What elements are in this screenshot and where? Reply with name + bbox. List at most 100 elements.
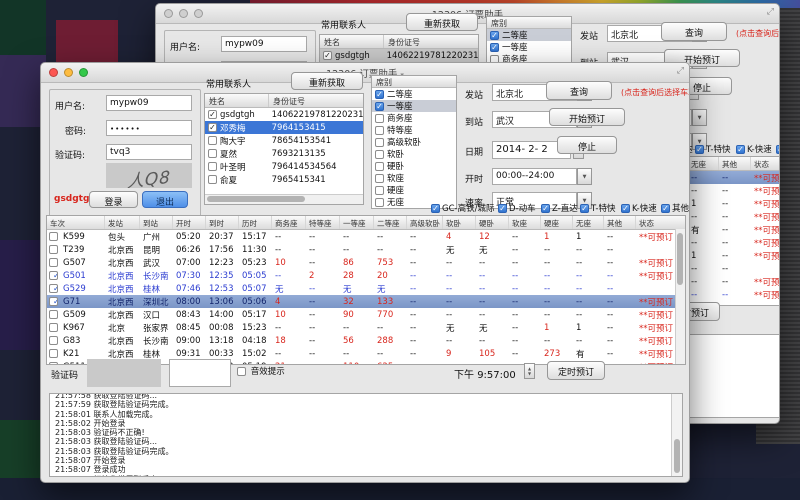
contact-checkbox[interactable]: ✓ <box>323 51 332 60</box>
sound-checkbox-icon[interactable] <box>237 367 246 376</box>
contact-checkbox[interactable] <box>208 162 217 171</box>
log-vscrollbar[interactable] <box>671 394 682 476</box>
result-row-checkbox[interactable]: ✓ <box>49 284 58 293</box>
seat-option[interactable]: 硬卧 <box>372 160 456 172</box>
train-type-toggle[interactable]: ✓Z-直达 <box>541 202 578 214</box>
train-type-checkbox[interactable]: ✓ <box>736 145 745 154</box>
captcha-image[interactable]: 人Q8 <box>106 163 192 188</box>
seat-option[interactable]: 商务座 <box>372 112 456 124</box>
query-button[interactable]: 查询 <box>546 81 612 100</box>
seat-checkbox[interactable] <box>375 126 384 135</box>
scrollbar-thumb[interactable] <box>674 439 680 473</box>
contact-checkbox[interactable]: ✓ <box>208 123 217 132</box>
result-row-checkbox[interactable] <box>49 232 58 241</box>
train-type-toggle[interactable]: ✓GC-高铁/城际 <box>431 202 494 214</box>
train-type-toggle[interactable]: ✓其他 <box>776 143 780 155</box>
result-column-header[interactable]: 无座 <box>688 157 719 170</box>
seat-checkbox[interactable]: ✓ <box>490 31 499 40</box>
result-column-header[interactable]: 车次 <box>47 216 105 229</box>
result-row[interactable]: ✓G529北京西桂林07:4612:5305:07无--无无----------… <box>47 282 685 295</box>
titlebar[interactable]: 12306 订票助手 ▾ ⤢ <box>41 63 689 83</box>
schedule-time[interactable]: 下午 9:57:00 <box>454 366 516 381</box>
train-type-toggle[interactable]: ✓D-动车 <box>498 202 536 214</box>
train-type-checkbox[interactable]: ✓ <box>498 204 507 213</box>
result-row[interactable]: G83北京西长沙南09:0013:1804:1818--56288-------… <box>47 334 685 347</box>
train-type-checkbox[interactable]: ✓ <box>541 204 550 213</box>
seat-checkbox[interactable] <box>375 174 384 183</box>
result-row-checkbox[interactable] <box>49 245 58 254</box>
seat-option[interactable]: 软座 <box>372 172 456 184</box>
refresh-contacts-button[interactable]: 重新获取 <box>291 72 363 90</box>
result-column-header[interactable]: 到站 <box>140 216 173 229</box>
result-row-checkbox[interactable] <box>49 362 58 365</box>
seat-option[interactable]: ✓一等座 <box>487 41 571 53</box>
stop-button[interactable]: 停止 <box>557 136 617 154</box>
contact-checkbox[interactable] <box>208 175 217 184</box>
resize-icon[interactable]: ⤢ <box>677 66 684 76</box>
username-input[interactable]: mypw09 <box>106 95 192 111</box>
result-column-header[interactable]: 到时 <box>206 216 239 229</box>
seat-checkbox[interactable] <box>375 162 384 171</box>
train-type-toggle[interactable]: ✓K-快速 <box>621 202 657 214</box>
result-row-checkbox[interactable] <box>49 349 58 358</box>
scrollbar-thumb[interactable] <box>677 233 683 285</box>
refresh-contacts-button[interactable]: 重新获取 <box>406 13 478 31</box>
train-type-checkbox[interactable]: ✓ <box>661 204 670 213</box>
result-column-header[interactable]: 二等座 <box>374 216 407 229</box>
results-vscrollbar[interactable] <box>675 229 685 364</box>
result-row-checkbox[interactable] <box>49 323 58 332</box>
seat-option[interactable]: 特等座 <box>372 124 456 136</box>
result-row-checkbox[interactable]: ✓ <box>49 271 58 280</box>
login-button[interactable]: 登录 <box>89 191 138 208</box>
result-row[interactable]: K599包头广州05:2020:3715:17----------412--11… <box>47 230 685 243</box>
bottom-captcha-input[interactable] <box>169 359 231 387</box>
bottom-captcha-image[interactable] <box>87 359 161 387</box>
seat-checkbox[interactable] <box>375 150 384 159</box>
result-row-checkbox[interactable] <box>49 258 58 267</box>
contact-row[interactable]: 陶大宇78654153541 <box>205 134 363 147</box>
result-column-header[interactable]: 商务座 <box>272 216 306 229</box>
sound-toggle[interactable]: 音效提示 <box>237 365 285 377</box>
result-column-header[interactable]: 一等座 <box>340 216 374 229</box>
result-column-header[interactable]: 历时 <box>239 216 272 229</box>
result-row[interactable]: T239北京西昆明06:2617:5611:30----------无无----… <box>47 243 685 256</box>
result-column-header[interactable]: 硬座 <box>541 216 573 229</box>
result-row[interactable]: G507北京西武汉07:0012:2305:2310--86753-------… <box>47 256 685 269</box>
seat-checkbox[interactable] <box>375 114 384 123</box>
train-type-checkbox[interactable]: ✓ <box>431 204 440 213</box>
result-row[interactable]: ✓G71北京西深圳北08:0013:0605:064--32133-------… <box>47 295 685 308</box>
train-type-checkbox[interactable]: ✓ <box>776 145 780 154</box>
result-column-header[interactable]: 其他 <box>719 157 751 170</box>
seat-option[interactable]: 硬座 <box>372 184 456 196</box>
scheduled-booking-button[interactable]: 定时预订 <box>547 361 605 380</box>
seat-checkbox[interactable]: ✓ <box>375 102 384 111</box>
captcha-input[interactable]: tvq3 <box>106 144 192 160</box>
seat-checkbox[interactable] <box>375 198 384 207</box>
contact-checkbox[interactable] <box>208 149 217 158</box>
train-type-toggle[interactable]: ✓K-快速 <box>736 143 772 155</box>
seat-option[interactable]: ✓二等座 <box>372 88 456 100</box>
train-type-toggle[interactable]: ✓T-特快 <box>580 202 615 214</box>
result-column-header[interactable]: 其他 <box>604 216 636 229</box>
result-row[interactable]: ✓G501北京西长沙南07:3012:3505:05--22820-------… <box>47 269 685 282</box>
seat-checkbox[interactable]: ✓ <box>375 90 384 99</box>
result-row-checkbox[interactable] <box>49 336 58 345</box>
depart-time-arrow-icon[interactable]: ▼ <box>577 168 592 185</box>
result-column-header[interactable]: 高级软卧 <box>407 216 443 229</box>
contact-row[interactable]: ✓gsdgtgh140622197812202315 <box>205 108 363 121</box>
contact-row[interactable]: 夏然7693213135 <box>205 147 363 160</box>
password-input[interactable]: •••••• <box>106 120 192 136</box>
train-type-checkbox[interactable]: ✓ <box>621 204 630 213</box>
seat-option[interactable]: ✓二等座 <box>487 29 571 41</box>
contact-checkbox[interactable]: ✓ <box>208 110 217 119</box>
result-column-header[interactable]: 状态 <box>751 157 780 170</box>
seat-checkbox[interactable] <box>375 186 384 195</box>
contact-row[interactable]: ✓gsdgtgh140622197812202315 <box>320 49 478 62</box>
contact-row[interactable]: 叶圣明796414534564 <box>205 160 363 173</box>
train-type-checkbox[interactable]: ✓ <box>695 145 704 154</box>
result-column-header[interactable]: 状态 <box>636 216 686 229</box>
seat-option[interactable]: ✓一等座 <box>372 100 456 112</box>
result-column-header[interactable]: 特等座 <box>306 216 340 229</box>
contact-row[interactable]: 俞夏7965415341 <box>205 173 363 186</box>
scrollbar-thumb[interactable] <box>207 196 305 202</box>
